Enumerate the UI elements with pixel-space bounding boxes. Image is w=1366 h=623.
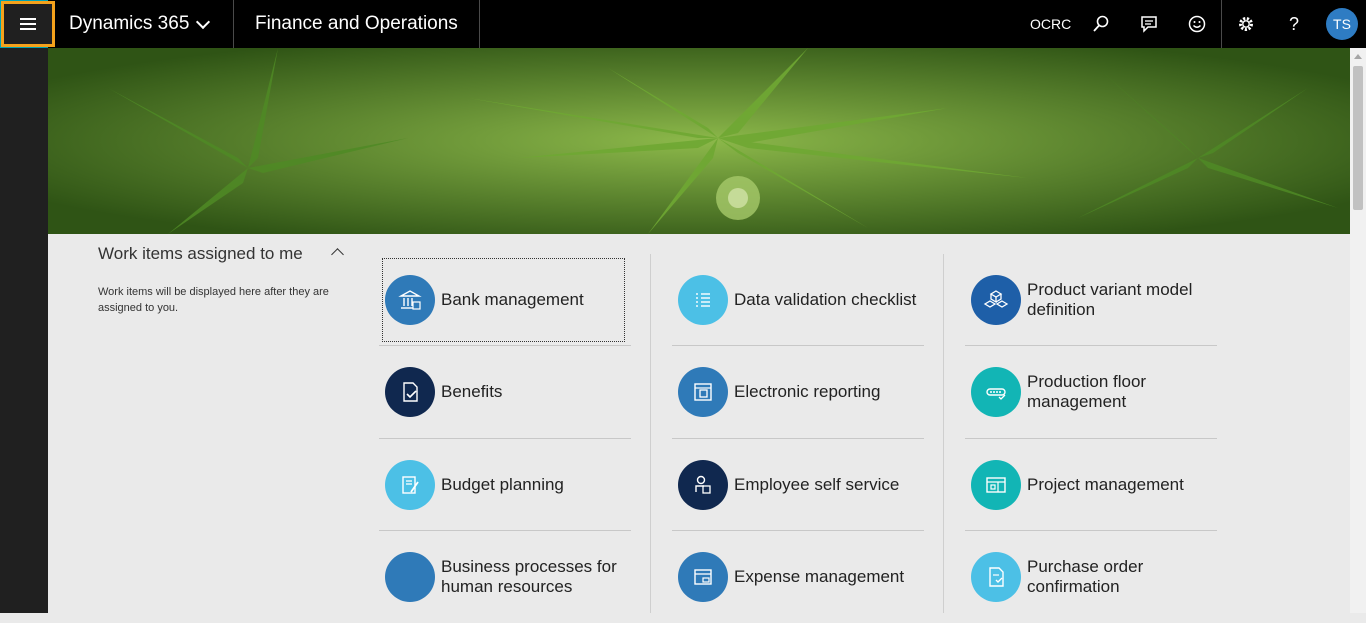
tile-label: Project management: [1027, 475, 1184, 494]
expand-navigation-button[interactable]: [1, 1, 55, 47]
tile-label: Production floor management: [1027, 372, 1147, 411]
tile-label: Bank management: [441, 290, 584, 309]
electronic-reporting-icon: [678, 367, 728, 417]
scrollbar-thumb[interactable]: [1353, 66, 1363, 210]
help-icon: ?: [1288, 13, 1299, 34]
tile-label: Purchase order confirmation: [1027, 557, 1144, 596]
search-button[interactable]: [1077, 0, 1125, 48]
tile-data-validation-checklist[interactable]: Data validation checklist: [672, 254, 924, 346]
bank-icon: [385, 275, 435, 325]
scroll-up-icon: [1354, 54, 1362, 59]
tile-project-management[interactable]: Project management: [965, 439, 1217, 531]
search-icon: [1093, 15, 1109, 32]
tile-label: Data validation checklist: [734, 290, 917, 309]
work-items-message: Work items will be displayed here after …: [98, 286, 329, 314]
help-button[interactable]: ?: [1270, 0, 1318, 48]
tile-expense-management[interactable]: Expense management: [672, 531, 924, 623]
smiley-feedback-icon: [1188, 15, 1206, 33]
purchase-order-icon: [971, 552, 1021, 602]
tile-budget-planning[interactable]: Budget planning: [379, 439, 631, 531]
tile-label: Expense management: [734, 567, 905, 586]
business-process-icon: [385, 552, 435, 602]
budget-planning-icon: [385, 460, 435, 510]
tile-label: Budget planning: [441, 475, 564, 494]
app-name: Finance and Operations: [234, 0, 480, 48]
settings-button[interactable]: [1222, 0, 1270, 48]
column-divider: [943, 254, 944, 613]
tile-label: Electronic reporting: [734, 382, 881, 401]
expense-icon: [678, 552, 728, 602]
message-icon: [1141, 16, 1157, 33]
cannabis-leaves-image: [48, 48, 1350, 234]
dynamics-365-menu[interactable]: Dynamics 365: [48, 0, 234, 48]
vertical-scrollbar[interactable]: [1350, 48, 1366, 613]
tile-employee-self-service[interactable]: Employee self service: [672, 439, 924, 531]
tile-electronic-reporting[interactable]: Electronic reporting: [672, 346, 924, 438]
tile-product-variant-model-definition[interactable]: Product variant model definition: [965, 254, 1217, 346]
brand-label: Dynamics 365: [69, 13, 190, 34]
work-items-title: Work items assigned to me: [98, 244, 303, 263]
gear-icon: [1239, 17, 1253, 31]
project-management-icon: [971, 460, 1021, 510]
user-avatar[interactable]: TS: [1326, 8, 1358, 40]
work-items-section: Work items assigned to me Work items wil…: [98, 244, 358, 316]
messages-button[interactable]: [1125, 0, 1173, 48]
tile-label: Business processes for human resources: [441, 557, 617, 596]
navigation-pane: [0, 48, 48, 613]
column-divider: [650, 254, 651, 613]
tile-purchase-order-confirmation[interactable]: Purchase order confirmation: [965, 531, 1217, 623]
top-navigation-bar: Dynamics 365 Finance and Operations OCRC…: [0, 0, 1366, 48]
tile-label: Benefits: [441, 382, 503, 401]
tile-business-processes-hr[interactable]: Business processes for human resources: [379, 531, 631, 623]
tile-production-floor-management[interactable]: Production floor management: [965, 346, 1217, 438]
company-picker[interactable]: OCRC: [1030, 0, 1071, 48]
production-floor-icon: [971, 367, 1021, 417]
hero-banner-image: [48, 48, 1350, 234]
product-variant-icon: [971, 275, 1021, 325]
tile-benefits[interactable]: Benefits: [379, 346, 631, 438]
employee-icon: [678, 460, 728, 510]
tile-bank-management[interactable]: Bank management: [382, 258, 625, 342]
menu-icon: [20, 18, 36, 20]
tile-label: Employee self service: [734, 475, 900, 494]
benefits-check-icon: [385, 367, 435, 417]
feedback-button[interactable]: [1173, 0, 1221, 48]
tile-label: Product variant model definition: [1027, 280, 1193, 319]
chevron-down-icon: [196, 14, 211, 29]
checklist-icon: [678, 275, 728, 325]
